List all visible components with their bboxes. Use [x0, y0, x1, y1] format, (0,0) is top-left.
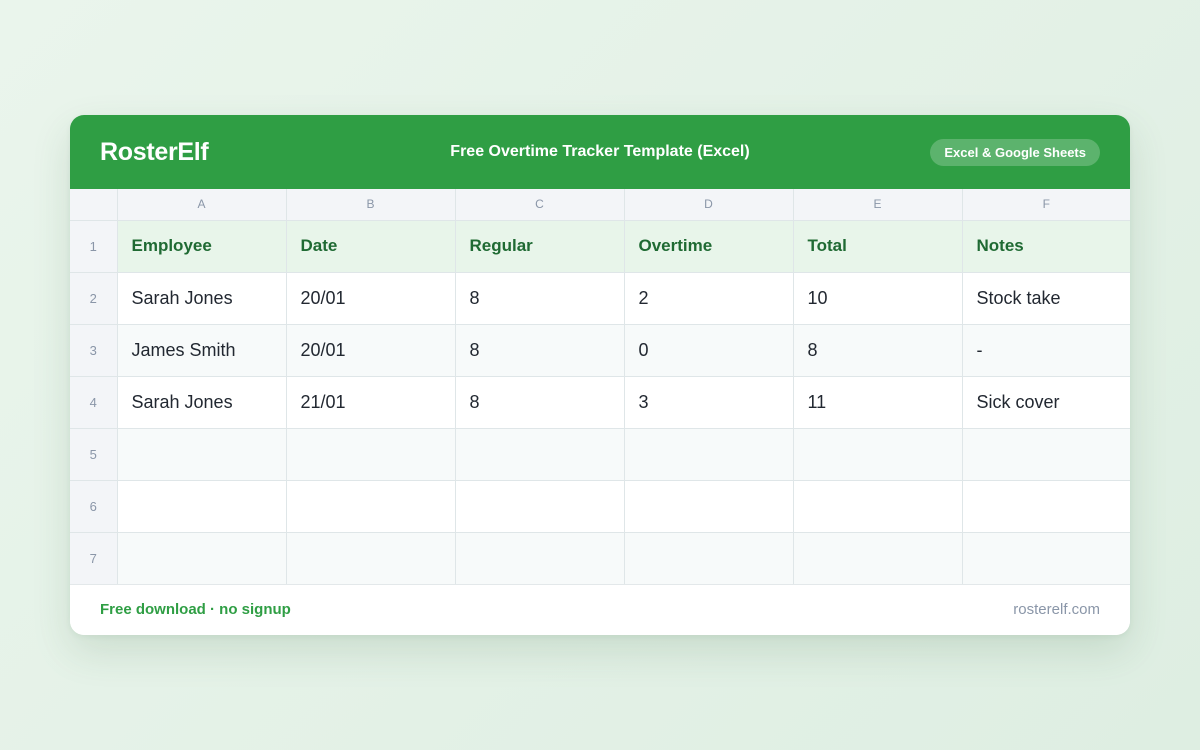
header-cell-date[interactable]: Date — [285, 219, 456, 273]
empty-cell[interactable] — [961, 531, 1130, 585]
header-cell-total[interactable]: Total — [792, 219, 963, 273]
empty-cell[interactable] — [285, 427, 456, 481]
cell-overtime[interactable]: 2 — [623, 271, 794, 325]
cell-employee[interactable]: Sarah Jones — [116, 375, 287, 429]
cell-date[interactable]: 21/01 — [285, 375, 456, 429]
row-number[interactable]: 4 — [70, 375, 118, 429]
cell-regular[interactable]: 8 — [454, 271, 625, 325]
column-header-row: A B C D E F — [70, 189, 1130, 221]
empty-cell[interactable] — [454, 479, 625, 533]
header-cell-employee[interactable]: Employee — [116, 219, 287, 273]
empty-cell[interactable] — [116, 531, 287, 585]
row-number[interactable]: 3 — [70, 323, 118, 377]
cell-employee[interactable]: James Smith — [116, 323, 287, 377]
empty-cell[interactable] — [623, 531, 794, 585]
table-row: 5 — [70, 427, 1130, 481]
cell-total[interactable]: 11 — [792, 375, 963, 429]
header-cell-notes[interactable]: Notes — [961, 219, 1130, 273]
row-number[interactable]: 5 — [70, 427, 118, 481]
cell-regular[interactable]: 8 — [454, 323, 625, 377]
empty-cell[interactable] — [792, 531, 963, 585]
empty-cell[interactable] — [454, 427, 625, 481]
empty-cell[interactable] — [285, 479, 456, 533]
table-row: 6 — [70, 479, 1130, 533]
cell-date[interactable]: 20/01 — [285, 323, 456, 377]
table-row: 4 Sarah Jones 21/01 8 3 11 Sick cover — [70, 375, 1130, 429]
spreadsheet-grid: A B C D E F 1 Employee Date Regular Over… — [70, 189, 1130, 585]
empty-cell[interactable] — [792, 479, 963, 533]
sheet-header-row: 1 Employee Date Regular Overtime Total N… — [70, 219, 1130, 273]
row-number[interactable]: 1 — [70, 219, 118, 273]
corner-cell[interactable] — [70, 189, 118, 221]
card-footer: Free download · no signup rosterelf.com — [70, 584, 1130, 635]
empty-cell[interactable] — [623, 427, 794, 481]
empty-cell[interactable] — [285, 531, 456, 585]
table-row: 2 Sarah Jones 20/01 8 2 10 Stock take — [70, 271, 1130, 325]
column-header-b[interactable]: B — [285, 189, 456, 221]
cell-total[interactable]: 8 — [792, 323, 963, 377]
table-row: 7 — [70, 531, 1130, 585]
row-number[interactable]: 6 — [70, 479, 118, 533]
empty-cell[interactable] — [116, 427, 287, 481]
row-number[interactable]: 2 — [70, 271, 118, 325]
header-cell-overtime[interactable]: Overtime — [623, 219, 794, 273]
format-badge: Excel & Google Sheets — [930, 139, 1100, 166]
cell-overtime[interactable]: 0 — [623, 323, 794, 377]
column-header-c[interactable]: C — [454, 189, 625, 221]
cell-date[interactable]: 20/01 — [285, 271, 456, 325]
column-header-d[interactable]: D — [623, 189, 794, 221]
empty-cell[interactable] — [792, 427, 963, 481]
column-header-a[interactable]: A — [116, 189, 287, 221]
cell-notes[interactable]: - — [961, 323, 1130, 377]
empty-cell[interactable] — [623, 479, 794, 533]
template-card: RosterElf Free Overtime Tracker Template… — [70, 115, 1130, 635]
cell-regular[interactable]: 8 — [454, 375, 625, 429]
empty-cell[interactable] — [961, 479, 1130, 533]
site-url[interactable]: rosterelf.com — [1013, 585, 1100, 635]
cell-notes[interactable]: Stock take — [961, 271, 1130, 325]
empty-cell[interactable] — [454, 531, 625, 585]
cell-overtime[interactable]: 3 — [623, 375, 794, 429]
cell-total[interactable]: 10 — [792, 271, 963, 325]
column-header-e[interactable]: E — [792, 189, 963, 221]
column-header-f[interactable]: F — [961, 189, 1130, 221]
download-note[interactable]: Free download · no signup — [100, 585, 291, 635]
cell-employee[interactable]: Sarah Jones — [116, 271, 287, 325]
header-cell-regular[interactable]: Regular — [454, 219, 625, 273]
empty-cell[interactable] — [116, 479, 287, 533]
card-header: RosterElf Free Overtime Tracker Template… — [70, 115, 1130, 189]
cell-notes[interactable]: Sick cover — [961, 375, 1130, 429]
row-number[interactable]: 7 — [70, 531, 118, 585]
table-row: 3 James Smith 20/01 8 0 8 - — [70, 323, 1130, 377]
empty-cell[interactable] — [961, 427, 1130, 481]
